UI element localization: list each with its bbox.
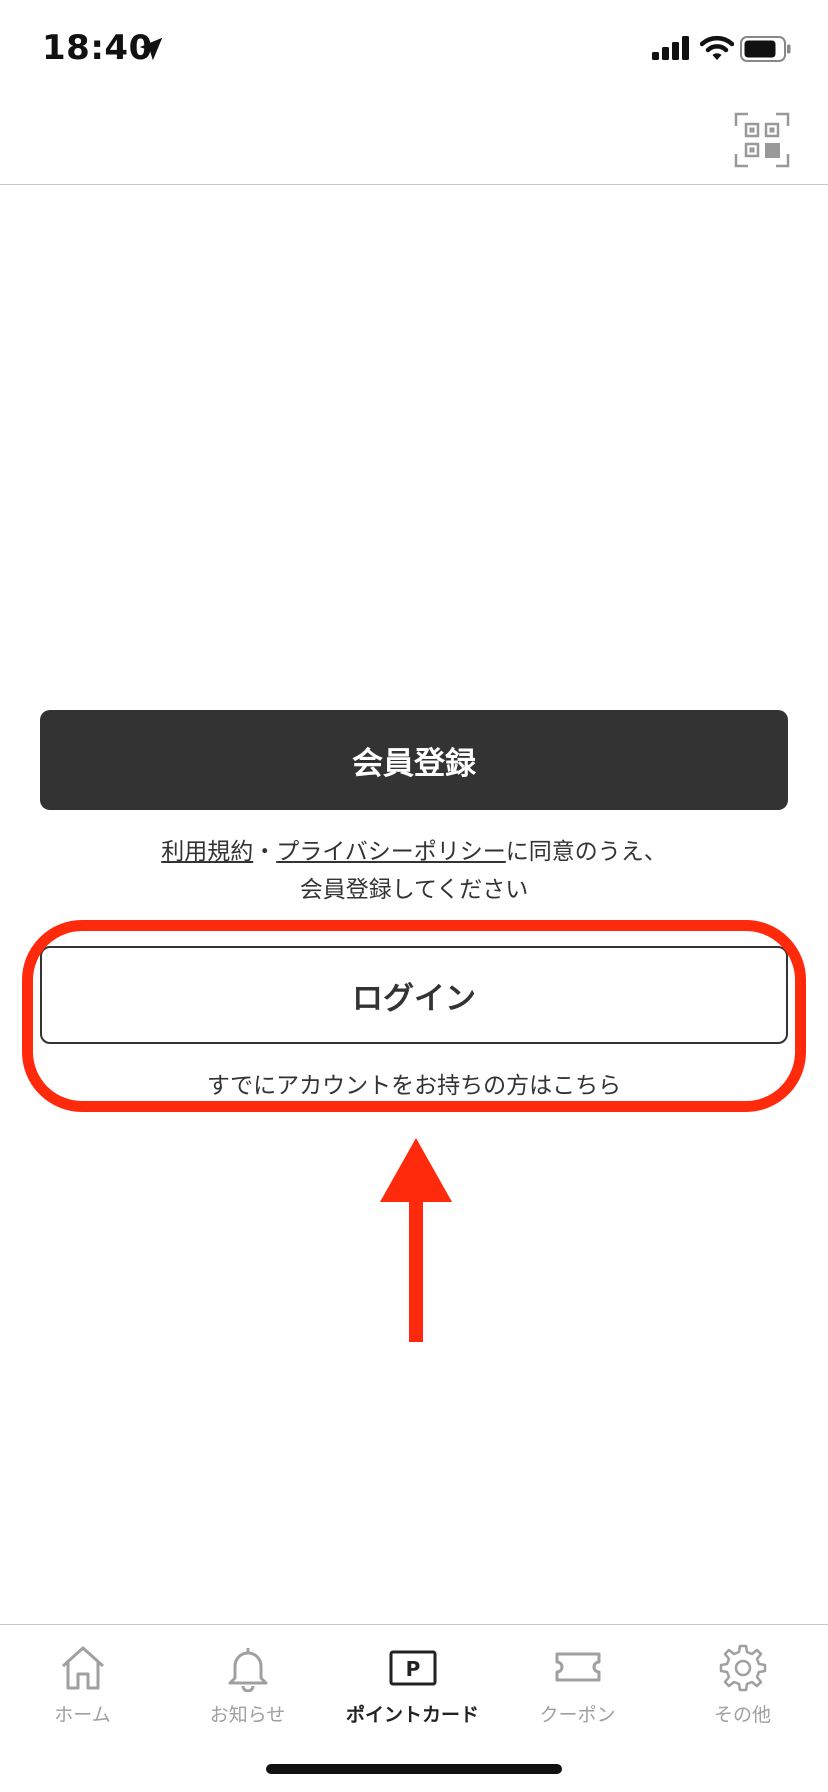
tab-point-card[interactable]: P ポイントカード [330,1632,495,1732]
privacy-policy-link[interactable]: プライバシーポリシー [276,839,506,865]
tab-coupon[interactable]: クーポン [495,1632,660,1732]
point-card-icon: P [389,1650,436,1686]
tab-label: ポイントカード [345,1704,479,1726]
tab-label: ホーム [54,1704,111,1726]
agreement-text: 利用規約・プライバシーポリシーに同意のうえ、 [0,832,828,866]
terms-link[interactable]: 利用規約 [161,839,253,865]
battery-icon [740,36,791,62]
coupon-icon [555,1652,600,1682]
wifi-icon [700,35,734,60]
tab-label: その他 [713,1704,771,1726]
bell-icon [228,1648,267,1692]
location-arrow-icon [139,37,163,61]
highlight-annotation-ring [22,920,806,1112]
agreement-suffix: に同意のうえ、 [505,839,667,865]
register-button[interactable]: 会員登録 [40,710,788,810]
svg-text:P: P [405,1657,420,1681]
gear-icon [719,1644,766,1692]
tab-label: クーポン [539,1704,616,1726]
header-divider [0,184,828,185]
tab-home[interactable]: ホーム [0,1632,165,1732]
tab-bar-divider [0,1624,828,1625]
qr-code-scan-icon[interactable] [734,112,790,168]
annotation-arrow-up-icon [380,1138,452,1342]
agreement-text-line2: 会員登録してください [299,877,529,903]
cellular-signal-icon [652,36,689,60]
tab-label: お知らせ [209,1704,286,1726]
tab-notifications[interactable]: お知らせ [165,1632,330,1732]
link-separator: ・ [253,839,277,865]
home-indicator [266,1764,562,1774]
home-icon [61,1646,104,1690]
tab-other[interactable]: その他 [660,1632,825,1732]
